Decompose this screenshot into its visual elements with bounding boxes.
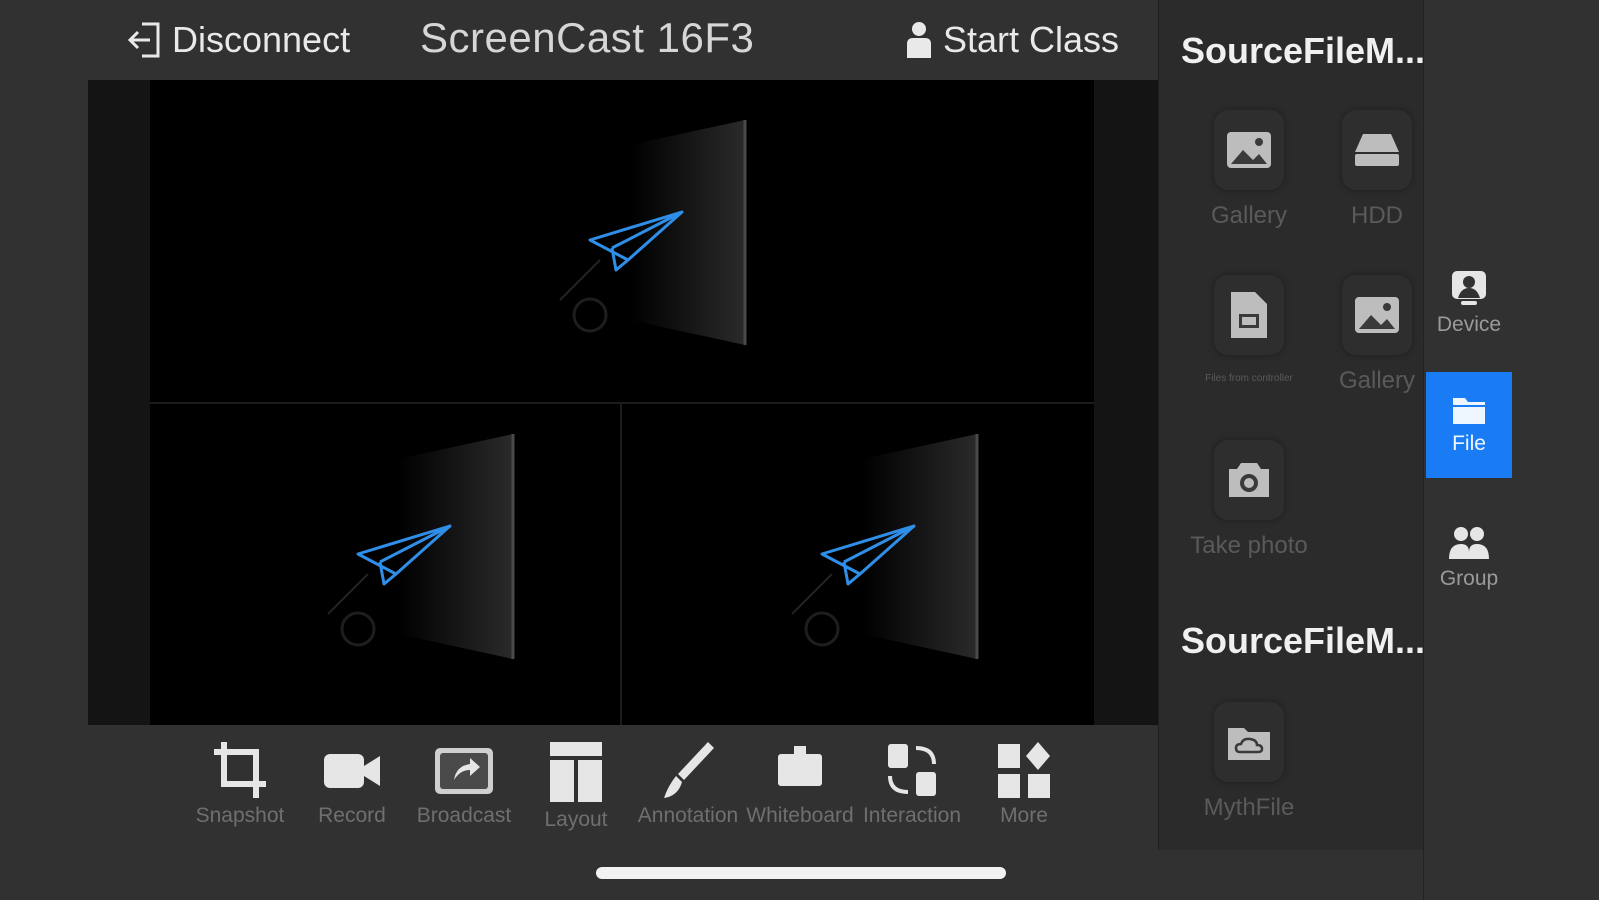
hard-drive-icon bbox=[1355, 134, 1399, 166]
screen-pane-top[interactable] bbox=[150, 80, 1094, 404]
cloud-folder-icon bbox=[1228, 728, 1270, 760]
top-bar: Disconnect ScreenCast 16F3 Start Class bbox=[0, 0, 1158, 80]
source-section-title-2: SourceFileM... bbox=[1181, 620, 1426, 661]
snapshot-button[interactable]: Snapshot bbox=[184, 740, 296, 850]
share-screen-icon bbox=[435, 748, 493, 794]
more-grid-icon bbox=[998, 742, 1050, 798]
crop-icon bbox=[214, 742, 266, 798]
source-item-gallery-2[interactable]: Gallery bbox=[1317, 275, 1437, 395]
layout-icon bbox=[550, 742, 602, 802]
layout-button[interactable]: Layout bbox=[520, 740, 632, 850]
source-item-take-photo[interactable]: Take photo bbox=[1189, 440, 1309, 560]
disconnect-button[interactable]: Disconnect bbox=[128, 16, 350, 64]
source-item-mythfile[interactable]: MythFile bbox=[1189, 702, 1309, 822]
screen-pane-bottom-right[interactable] bbox=[622, 404, 1094, 725]
screencast-splash-graphic bbox=[326, 434, 515, 661]
bottom-toolbar: Snapshot Record Broadcast Layout Annotat… bbox=[88, 725, 1158, 855]
source-file-panel: SourceFileM... Gallery HDD Files from co… bbox=[1158, 0, 1426, 850]
nav-item-device[interactable]: Device bbox=[1426, 250, 1512, 356]
source-item-files-from-controller[interactable]: Files from controller bbox=[1189, 275, 1309, 384]
folder-icon bbox=[1453, 398, 1485, 424]
nav-item-group[interactable]: Group bbox=[1426, 505, 1512, 611]
broadcast-button[interactable]: Broadcast bbox=[408, 740, 520, 850]
disconnect-label: Disconnect bbox=[172, 19, 351, 60]
screencast-splash-graphic bbox=[558, 120, 747, 347]
person-icon bbox=[907, 22, 931, 58]
whiteboard-icon bbox=[778, 746, 822, 786]
source-section-title: SourceFileM... bbox=[1181, 30, 1426, 71]
start-class-label: Start Class bbox=[943, 19, 1120, 60]
screen-stage bbox=[88, 80, 1158, 725]
image-icon bbox=[1227, 132, 1271, 168]
start-class-button[interactable]: Start Class bbox=[905, 16, 1119, 64]
interaction-button[interactable]: Interaction bbox=[856, 740, 968, 850]
source-item-gallery[interactable]: Gallery bbox=[1189, 110, 1309, 230]
brush-icon bbox=[664, 742, 714, 798]
group-icon bbox=[1449, 527, 1489, 559]
video-camera-icon bbox=[324, 754, 380, 788]
side-navigation: Device File Group bbox=[1423, 0, 1599, 900]
screen-pane-bottom-left[interactable] bbox=[150, 404, 622, 725]
whiteboard-button[interactable]: Whiteboard bbox=[744, 740, 856, 850]
nav-item-file[interactable]: File bbox=[1426, 372, 1512, 478]
source-item-hdd[interactable]: HDD bbox=[1317, 110, 1437, 230]
screen-grid bbox=[150, 80, 1094, 725]
home-indicator[interactable] bbox=[596, 867, 1006, 879]
screencast-splash-graphic bbox=[790, 434, 979, 661]
interaction-icon bbox=[888, 744, 936, 796]
file-screen-icon bbox=[1231, 292, 1267, 338]
device-icon bbox=[1452, 271, 1486, 305]
annotation-button[interactable]: Annotation bbox=[632, 740, 744, 850]
camera-icon bbox=[1229, 463, 1269, 497]
exit-icon bbox=[128, 22, 160, 58]
more-button[interactable]: More bbox=[968, 740, 1080, 850]
record-button[interactable]: Record bbox=[296, 740, 408, 850]
image-icon bbox=[1355, 297, 1399, 333]
page-title: ScreenCast 16F3 bbox=[420, 14, 755, 61]
